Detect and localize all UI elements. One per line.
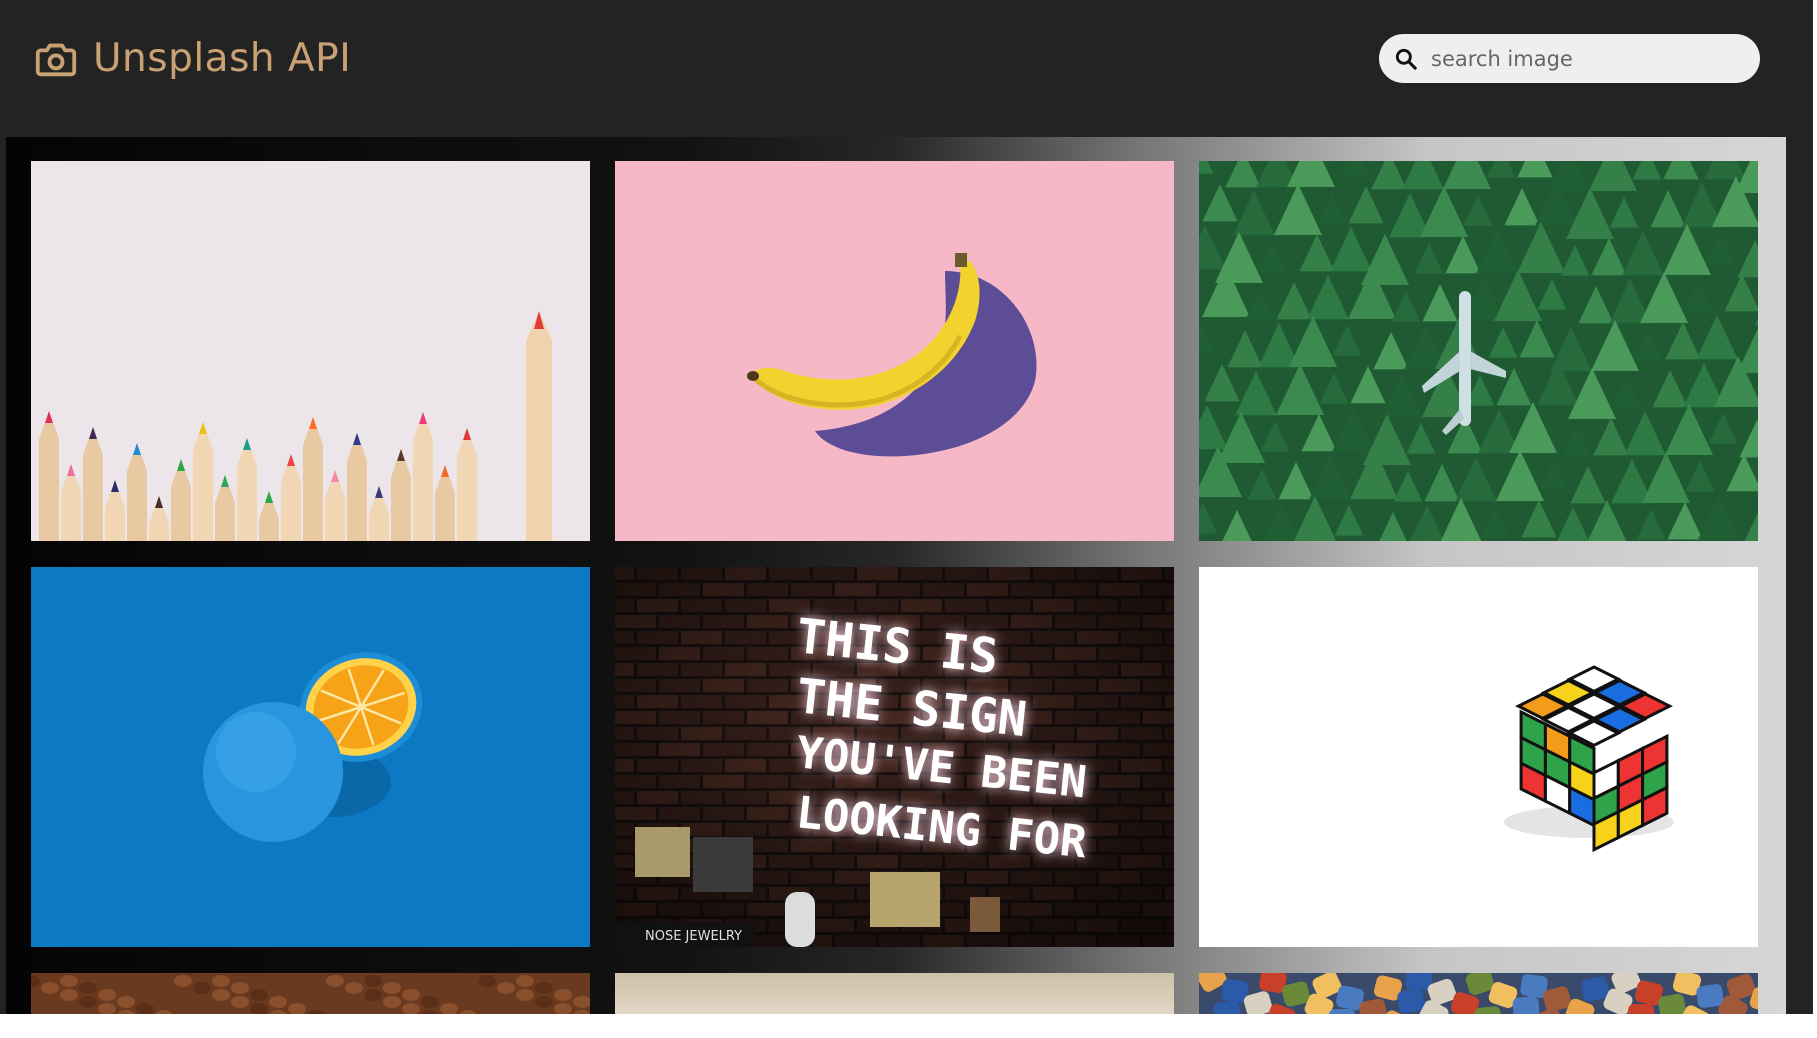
search-icon	[1395, 48, 1417, 70]
photo-beige-surface[interactable]	[615, 973, 1174, 1014]
search-input[interactable]	[1429, 45, 1733, 72]
photo-coffee-beans[interactable]	[31, 973, 590, 1014]
header: Unsplash API	[0, 0, 1813, 136]
shop-sign-text: NOSE JEWELRY	[645, 929, 742, 944]
photo-plane-in-forest[interactable]	[1199, 161, 1758, 541]
photo-colored-pencils[interactable]	[31, 161, 590, 541]
photo-puzzle-pieces[interactable]	[1199, 973, 1758, 1014]
photo-gallery: THIS IS THE SIGN YOU'VE BEEN LOOKING FOR…	[6, 137, 1786, 1014]
photo-rubiks-cube[interactable]	[1199, 567, 1758, 947]
camera-icon	[35, 43, 77, 77]
page-margin	[0, 1014, 1817, 1038]
photo-blue-orange[interactable]	[31, 567, 590, 947]
search-box[interactable]	[1379, 34, 1760, 83]
brand[interactable]: Unsplash API	[33, 36, 351, 82]
photo-neon-sign[interactable]: THIS IS THE SIGN YOU'VE BEEN LOOKING FOR…	[615, 567, 1174, 947]
app-window: Unsplash API search image THIS IS THE SI…	[0, 0, 1813, 1014]
app-title: Unsplash API	[93, 36, 352, 81]
photo-banana[interactable]	[615, 161, 1174, 541]
